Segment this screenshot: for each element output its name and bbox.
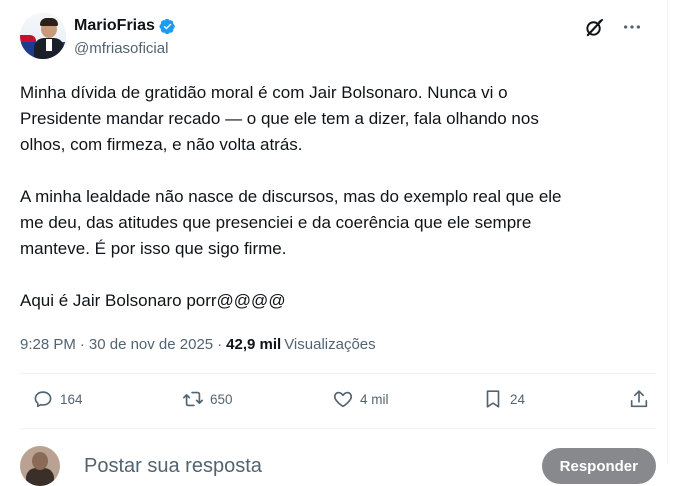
- tweet-text: Minha dívida de gratidão moral é com Jai…: [20, 83, 562, 310]
- reply-composer: Postar sua resposta Responder: [20, 446, 656, 486]
- reply-icon: [34, 391, 52, 408]
- more-icon[interactable]: [621, 16, 643, 38]
- tweet-panel: MarioFrias @mfriasoficial Minha dívida d…: [8, 0, 668, 486]
- views-label[interactable]: Visualizações: [284, 336, 375, 353]
- share-icon: [630, 390, 648, 408]
- meta-separator: ·: [79, 336, 85, 353]
- author-handle[interactable]: @mfriasoficial: [74, 40, 168, 57]
- views-count[interactable]: 42,9 mil: [226, 336, 281, 353]
- repost-count: 650: [210, 391, 233, 407]
- like-icon: [333, 391, 353, 408]
- verified-badge-icon: [159, 18, 176, 35]
- like-button[interactable]: 4 mil: [332, 388, 389, 410]
- bookmark-button[interactable]: 24: [482, 388, 525, 410]
- divider: [20, 373, 656, 374]
- tweet-actions-bar: 164 650 4 mil 24: [20, 388, 650, 414]
- reply-count: 164: [60, 391, 83, 407]
- reply-button[interactable]: 164: [32, 388, 83, 410]
- reply-submit-button[interactable]: Responder: [541, 448, 656, 484]
- author-avatar[interactable]: [20, 13, 66, 59]
- repost-icon: [183, 391, 203, 407]
- tweet-date[interactable]: 30 de nov de 2025: [89, 336, 213, 353]
- bookmark-icon: [486, 390, 500, 408]
- tweet-top-actions: [583, 16, 643, 38]
- share-button[interactable]: [628, 388, 650, 410]
- repost-button[interactable]: 650: [182, 388, 233, 410]
- grok-icon[interactable]: [583, 16, 605, 38]
- tweet-meta: 9:28 PM · 30 de nov de 2025 · 42,9 mil V…: [20, 336, 376, 353]
- reply-input[interactable]: Postar sua resposta: [84, 455, 262, 478]
- current-user-avatar[interactable]: [20, 446, 60, 486]
- meta-separator: ·: [217, 336, 223, 353]
- author-name-row[interactable]: MarioFrias: [74, 17, 176, 35]
- divider: [20, 428, 656, 429]
- like-count: 4 mil: [360, 391, 389, 407]
- bookmark-count: 24: [510, 391, 526, 407]
- tweet-time[interactable]: 9:28 PM: [20, 336, 76, 353]
- author-display-name[interactable]: MarioFrias: [74, 17, 155, 35]
